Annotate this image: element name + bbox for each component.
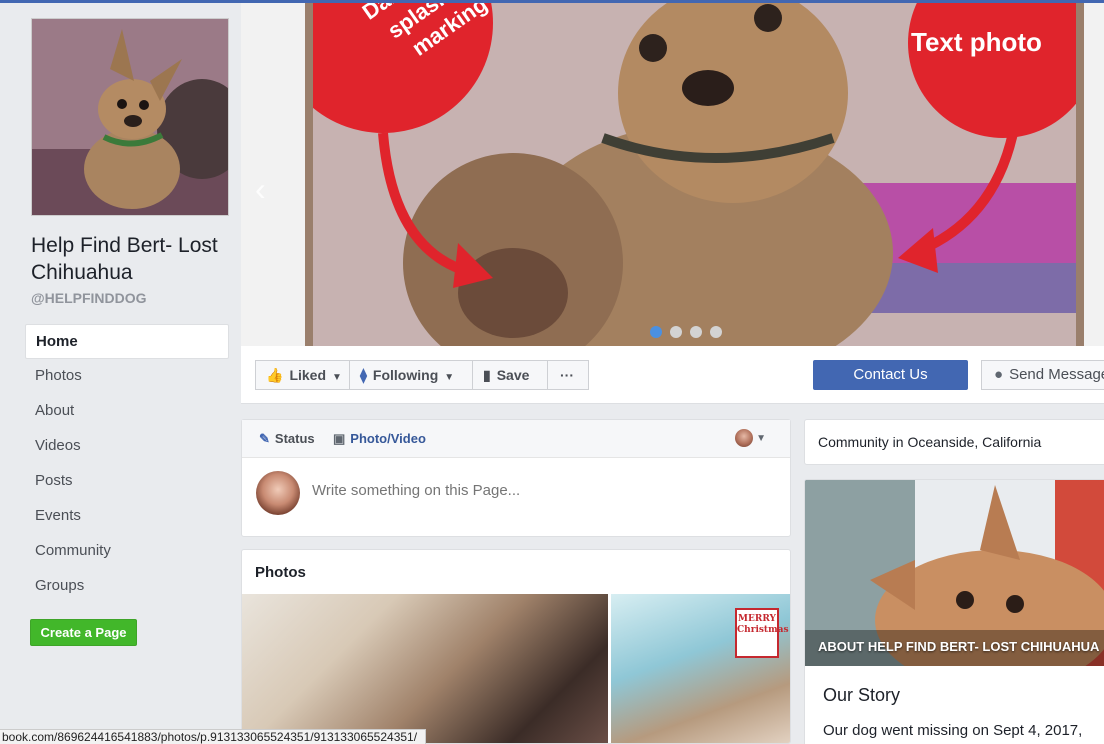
about-image[interactable]: ABOUT HELP FIND BERT- LOST CHIHUAHUA [805, 480, 1104, 690]
tab-photo-video[interactable]: ▣ Photo/Video [333, 431, 426, 447]
save-label: Save [496, 367, 530, 383]
photo-thumbnail-2[interactable]: MERRY Christmas [611, 594, 790, 743]
messenger-icon: ● [994, 366, 1004, 383]
more-button[interactable]: ··· [547, 360, 589, 390]
thumbs-up-icon: 👍 [266, 367, 284, 383]
nav-item-videos[interactable]: Videos [25, 429, 229, 464]
slide-dot-3[interactable] [690, 326, 702, 338]
about-label: ABOUT HELP FIND BERT- LOST CHIHUAHUA [818, 639, 1100, 654]
nav-item-groups[interactable]: Groups [25, 569, 229, 604]
nav-item-posts[interactable]: Posts [25, 464, 229, 499]
nav-item-home[interactable]: Home [25, 324, 229, 359]
camera-icon: ▣ [333, 431, 346, 446]
page-title[interactable]: Help Find Bert- Lost Chihuahua [31, 232, 236, 286]
slide-dot-4[interactable] [710, 326, 722, 338]
cover-image: Dark brown splashed marking Text photo [305, 3, 1084, 346]
nav-item-events[interactable]: Events [25, 499, 229, 534]
save-button[interactable]: ▮ Save [472, 360, 548, 390]
cover-photo[interactable]: Dark brown splashed marking Text photo ‹ [241, 3, 1104, 346]
status-tab-label: Status [274, 431, 315, 446]
svg-text:Text photo: Text photo [911, 27, 1042, 57]
post-as-selector[interactable]: ▼ [735, 429, 766, 447]
status-bar-url: book.com/869624416541883/photos/p.913133… [0, 729, 427, 744]
following-button[interactable]: ⧫ Following ▼ [349, 360, 473, 390]
story-title: Our Story [823, 685, 901, 705]
following-label: Following [372, 367, 439, 383]
left-column: Help Find Bert- Lost Chihuahua @HELPFIND… [0, 3, 241, 744]
avatar [735, 429, 754, 447]
chevron-left-icon[interactable]: ‹ [255, 171, 266, 208]
send-message-label: Send Message [1009, 366, 1104, 383]
caret-down-icon: ▼ [756, 432, 766, 444]
pencil-icon: ✎ [259, 431, 270, 446]
composer-input[interactable] [312, 482, 612, 499]
story-text: Our dog went missing on Sept 4, 2017, [823, 722, 1083, 739]
caret-down-icon: ▼ [444, 372, 455, 383]
page-action-bar: 👍 Liked ▼ ⧫ Following ▼ ▮ Save ··· Contact Us… [241, 346, 1104, 404]
nav-item-photos[interactable]: Photos [25, 359, 229, 394]
photos-title[interactable]: Photos [255, 564, 306, 581]
send-message-button[interactable]: ● Send Message [981, 360, 1104, 390]
slide-dot-2[interactable] [670, 326, 682, 338]
caret-down-icon: ▼ [332, 372, 342, 383]
create-page-button[interactable]: Create a Page [30, 619, 137, 646]
more-icon: ··· [560, 367, 574, 383]
photo-thumbnail-1[interactable] [242, 594, 608, 743]
tab-status[interactable]: ✎ Status [259, 431, 315, 447]
bookmark-icon: ▮ [483, 367, 491, 383]
page-handle[interactable]: @HELPFINDDOG [31, 290, 147, 306]
liked-button[interactable]: 👍 Liked ▼ [255, 360, 350, 390]
rss-icon: ⧫ [360, 367, 367, 383]
post-composer: ✎ Status ▣ Photo/Video ▼ [241, 419, 791, 537]
slide-indicators [650, 325, 730, 343]
photos-card: Photos MERRY Christmas [241, 549, 791, 744]
nav-item-about[interactable]: About [25, 394, 229, 429]
about-card: ABOUT HELP FIND BERT- LOST CHIHUAHUA Our… [804, 479, 1104, 744]
page-profile-picture[interactable] [31, 18, 229, 216]
composer-tabs: ✎ Status ▣ Photo/Video ▼ [242, 420, 790, 458]
page-nav: Home Photos About Videos Posts Events Co… [25, 324, 229, 604]
chihuahua-cover-illustration: Dark brown splashed marking Text photo [313, 3, 1076, 346]
chihuahua-photo [32, 19, 228, 215]
nav-item-community[interactable]: Community [25, 534, 229, 569]
liked-label: Liked [289, 367, 327, 383]
christmas-card: MERRY Christmas [735, 608, 789, 658]
slide-dot-1[interactable] [650, 326, 662, 338]
community-location[interactable]: Community in Oceanside, California [804, 419, 1104, 465]
photo-tab-label: Photo/Video [350, 431, 426, 446]
composer-avatar [256, 471, 300, 515]
contact-us-button[interactable]: Contact Us [813, 360, 968, 390]
